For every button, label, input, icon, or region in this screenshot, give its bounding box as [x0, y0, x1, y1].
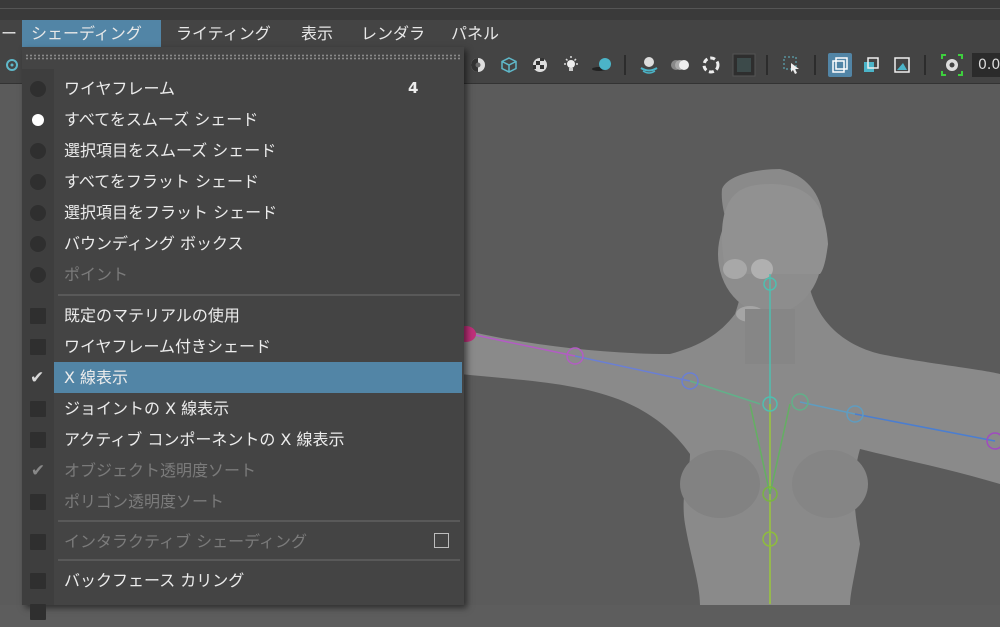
checker-icon[interactable]	[528, 53, 552, 77]
checkbox-indicator	[30, 339, 46, 355]
menu-item-polygon-transparency-sort: ポリゴン透明度ソート	[22, 486, 464, 517]
checkmark-icon: ✔	[30, 461, 46, 481]
tear-off-handle[interactable]	[25, 54, 461, 60]
menu-item-xray[interactable]: X 線表示	[54, 362, 462, 393]
menu-item-label: X 線表示	[64, 368, 129, 387]
ambient-occlusion-icon[interactable]	[699, 53, 723, 77]
title-strip	[0, 0, 1000, 21]
radio-indicator	[30, 143, 46, 159]
menu-separator	[58, 559, 460, 561]
menu-item-label: 既定のマテリアルの使用	[64, 306, 240, 325]
menubar: ー シェーディング ライティング 表示 レンダラ パネル	[0, 20, 1000, 47]
isolate-add-icon[interactable]	[859, 53, 883, 77]
menu-item-label: アクティブ コンポーネントの X 線表示	[64, 430, 345, 449]
menu-separator	[58, 520, 460, 522]
checkbox-indicator	[30, 308, 46, 324]
menu-item-wireframe[interactable]: ワイヤフレーム 4	[22, 73, 464, 104]
menu-item-label: ワイヤフレーム付きシェード	[64, 337, 272, 356]
menu-item-smooth-shade-all[interactable]: すべてをスムーズ シェード	[22, 104, 464, 135]
checkmark-icon: ✔	[30, 368, 45, 388]
menu-item-default-material[interactable]: 既定のマテリアルの使用	[22, 300, 464, 331]
anti-alias-icon[interactable]	[732, 53, 756, 77]
menu-item-xray-joints[interactable]: ジョイントの X 線表示	[22, 393, 464, 424]
isolate-select-icon[interactable]	[828, 53, 852, 77]
menu-item-label: すべてをスムーズ シェード	[64, 110, 259, 129]
menu-renderer[interactable]: レンダラ	[352, 20, 434, 47]
menu-item-smooth-shade-selected[interactable]: 選択項目をスムーズ シェード	[22, 135, 464, 166]
menu-item-label: ポイント	[64, 265, 129, 284]
menu-item-bounding-box[interactable]: バウンディング ボックス	[22, 228, 464, 259]
xray-sphere-icon[interactable]	[466, 53, 490, 77]
checkbox-indicator	[30, 432, 46, 448]
menu-lighting[interactable]: ライティング	[167, 20, 280, 47]
menu-item-backface-culling[interactable]: バックフェース カリング	[22, 565, 464, 596]
radio-indicator	[30, 267, 46, 283]
menu-item-partial[interactable]	[22, 596, 464, 627]
menu-item-flat-shade-all[interactable]: すべてをフラット シェード	[22, 166, 464, 197]
radio-indicator	[30, 205, 46, 221]
menu-item-label: 選択項目をスムーズ シェード	[64, 141, 277, 160]
menu-item-xray-active-components[interactable]: アクティブ コンポーネントの X 線表示	[22, 424, 464, 455]
checkbox-indicator	[30, 604, 46, 620]
menu-panels[interactable]: パネル	[442, 20, 508, 47]
light-bulb-icon[interactable]	[559, 53, 583, 77]
menu-show[interactable]: 表示	[292, 20, 342, 47]
menu-item-label: オブジェクト透明度ソート	[64, 461, 257, 480]
value-field[interactable]: 0.0	[972, 53, 1000, 77]
checkbox-indicator	[30, 494, 46, 510]
menu-item-wireframe-on-shaded[interactable]: ワイヤフレーム付きシェード	[22, 331, 464, 362]
menu-shading[interactable]: シェーディング	[22, 20, 161, 47]
menu-item-label: インタラクティブ シェーディング	[64, 532, 308, 551]
option-box-icon[interactable]	[434, 533, 449, 548]
menu-item-interactive-shading: インタラクティブ シェーディング	[22, 526, 464, 557]
menu-item-label: すべてをフラット シェード	[64, 172, 260, 191]
image-plane-icon[interactable]	[890, 53, 914, 77]
menu-item-label: バックフェース カリング	[64, 571, 245, 590]
checkbox-indicator	[30, 534, 46, 550]
menu-item-label: ワイヤフレーム	[64, 79, 176, 98]
menu-separator	[58, 294, 460, 296]
camera-gate-icon[interactable]	[940, 53, 964, 77]
shortcut-label: 4	[408, 79, 419, 97]
shading-dropdown-menu: ワイヤフレーム 4 すべてをスムーズ シェード 選択項目をスムーズ シェード す…	[22, 47, 464, 620]
ground-plane-icon[interactable]	[637, 53, 661, 77]
select-cursor-icon[interactable]	[780, 53, 804, 77]
motion-blur-icon[interactable]	[668, 53, 692, 77]
wireframe-cube-icon[interactable]	[497, 53, 521, 77]
menu-item-object-transparency-sort: ✔ オブジェクト透明度ソート	[22, 455, 464, 486]
menu-item-label: ポリゴン透明度ソート	[64, 492, 225, 511]
radio-indicator	[30, 236, 46, 252]
radio-indicator	[30, 174, 46, 190]
menu-item-points: ポイント	[22, 259, 464, 290]
menu-item-label: ジョイントの X 線表示	[64, 399, 230, 418]
shadow-sphere-icon[interactable]	[590, 53, 614, 77]
menu-item-label: 選択項目をフラット シェード	[64, 203, 278, 222]
radio-indicator-selected	[32, 114, 44, 126]
checkbox-indicator	[30, 573, 46, 589]
checkbox-indicator	[30, 401, 46, 417]
settings-icon[interactable]	[0, 53, 24, 77]
radio-indicator	[30, 81, 46, 97]
menu-item-flat-shade-selected[interactable]: 選択項目をフラット シェード	[22, 197, 464, 228]
menu-item-label: バウンディング ボックス	[64, 234, 244, 253]
